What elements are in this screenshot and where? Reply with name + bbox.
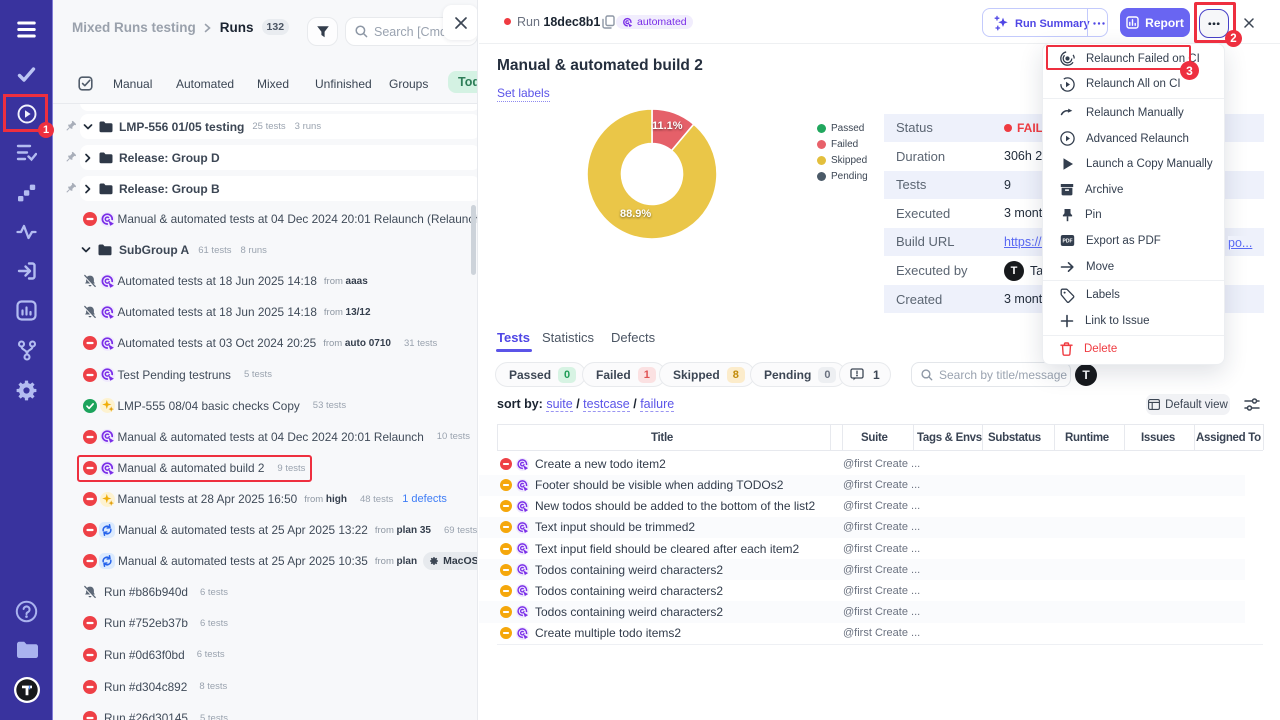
svg-text:PDF: PDF [1063, 239, 1073, 245]
